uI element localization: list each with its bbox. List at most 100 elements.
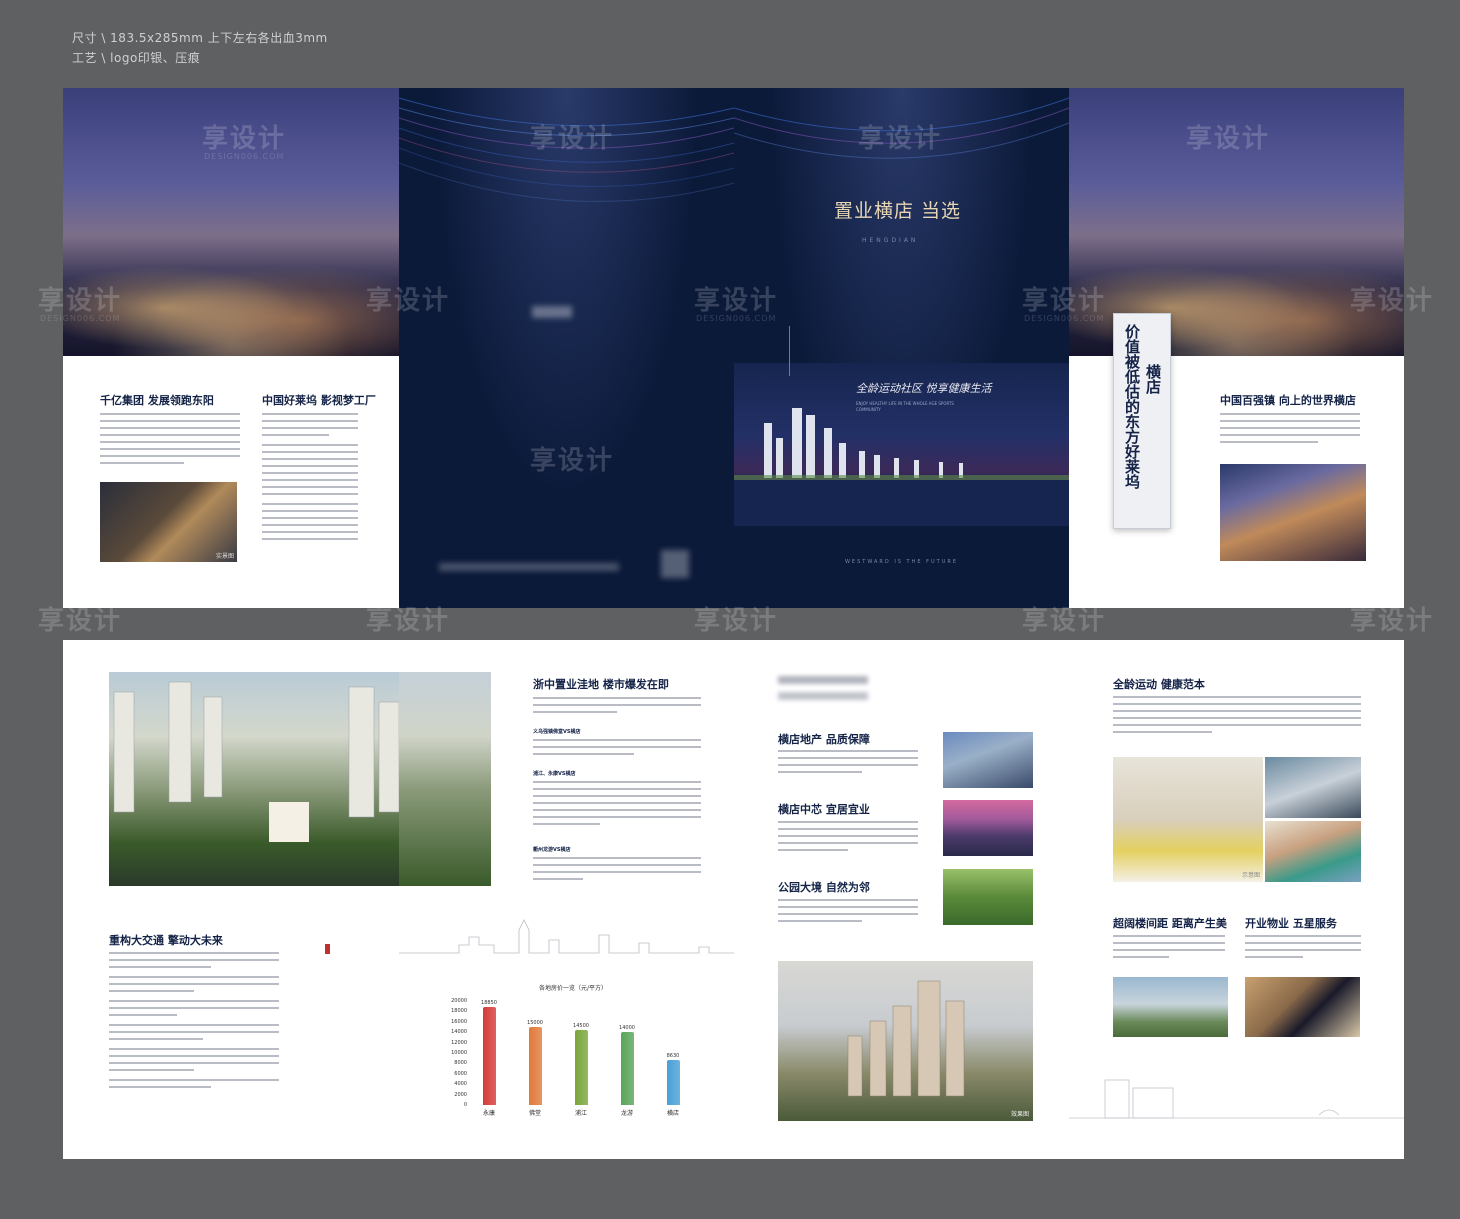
community-render xyxy=(109,672,399,886)
page-6: 浙中置业洼地 楼市爆发在即 义乌强镇佛堂VS横店 浦江、永康VS横店 衢州龙游V… xyxy=(399,640,734,1159)
page7-blurred-title xyxy=(778,676,868,684)
page-1: 千亿集团 发展领跑东阳 中国好莱坞 影视梦工厂 实景图 xyxy=(63,88,399,608)
bar-value-label: 8630 xyxy=(666,1053,680,1060)
page-8: 全龄运动 健康范本 示意图 超阔楼间距 距离产生美 开业物业 五星服务 xyxy=(1069,640,1404,1159)
bar-浦江 xyxy=(575,1029,588,1105)
vertical-rule xyxy=(789,326,793,376)
page-7: 横店地产 品质保障 横店中芯 宜居宜业 公园大境 自然为邻 效果图 xyxy=(734,640,1069,1159)
world-hengdian-photo xyxy=(1220,464,1366,561)
page8-heading-2: 超阔楼间距 距离产生美 xyxy=(1113,917,1227,930)
gym-interior-photo: 示意图 xyxy=(1113,757,1263,882)
mall-photo: 实景图 xyxy=(100,482,237,562)
page8-heading-3: 开业物业 五星服务 xyxy=(1245,917,1337,930)
watermark: 享设计 xyxy=(1186,124,1271,154)
y-tick-label: 20000 xyxy=(451,998,467,1004)
brand-en: HENGDIAN xyxy=(862,237,919,244)
watermark: 享设计 xyxy=(202,124,287,154)
bar-value-label: 15000 xyxy=(527,1020,543,1026)
cover-bottom-en: WESTWARD IS THE FUTURE xyxy=(844,559,959,565)
y-tick-label: 12000 xyxy=(451,1039,467,1046)
watermark: 享设计 xyxy=(38,606,123,636)
page5-body-text xyxy=(109,952,279,1093)
y-tick-label: 18000 xyxy=(451,1008,467,1015)
x-tick-label: 佛堂 xyxy=(528,1110,541,1117)
watermark: 享设计 xyxy=(530,124,615,154)
page4-body-text xyxy=(1220,413,1360,448)
bar-value-label: 18850 xyxy=(481,999,497,1006)
light-streaks xyxy=(399,97,734,202)
bar-value-label: 14000 xyxy=(619,1025,635,1032)
watermark: 享设计 xyxy=(1022,286,1107,316)
watermark-en: DESIGN006.COM xyxy=(40,314,121,323)
price-bar-chart: 20000 18000 16000 14000 12000 10000 8000 6000 40… xyxy=(439,995,729,1125)
page1-body-text-2 xyxy=(262,413,358,545)
watermark: 享设计 xyxy=(1350,606,1435,636)
community-render-continued xyxy=(399,672,491,886)
watermark: 享设计 xyxy=(1022,606,1107,636)
page1-heading-1: 千亿集团 发展领跑东阳 xyxy=(100,394,214,407)
y-tick-label: 2000 xyxy=(454,1091,467,1098)
bottom-line-art xyxy=(1069,1079,1404,1119)
sunset-river-photo xyxy=(943,800,1033,856)
red-seal xyxy=(325,944,330,954)
page-3-front-cover: 置业横店 当选 HENGDIAN 全龄运动社区 悦享健康生活 ENJOY HEA… xyxy=(734,88,1069,608)
concierge-photo xyxy=(1245,977,1360,1037)
watermark-en: DESIGN006.COM xyxy=(204,152,285,161)
x-tick-label: 永康 xyxy=(482,1110,495,1117)
watermark: 享设计 xyxy=(38,286,123,316)
bar-佛堂 xyxy=(529,1027,542,1105)
y-tick-label: 0 xyxy=(463,1102,467,1108)
y-tick-label: 6000 xyxy=(454,1070,467,1077)
towers-render-day: 效果图 xyxy=(778,961,1033,1121)
watermark-en: DESIGN006.COM xyxy=(696,314,777,323)
watermark: 享设计 xyxy=(366,606,451,636)
skyline-line-art xyxy=(399,919,734,954)
vertical-title-card: 价值被低估的东方好莱坞 横店 xyxy=(1113,313,1171,529)
qr-code xyxy=(661,550,689,578)
watermark: 享设计 xyxy=(1350,286,1435,316)
x-tick-label: 横店 xyxy=(666,1110,679,1117)
watermark-en: DESIGN006.COM xyxy=(1024,314,1105,323)
size-spec: 尺寸 \ 183.5x285mm 上下左右各出血3mm xyxy=(72,31,328,45)
watermark: 享设计 xyxy=(366,286,451,316)
page8-heading-1: 全龄运动 健康范本 xyxy=(1113,678,1205,691)
cover-light-streaks xyxy=(734,97,1069,414)
hotline-text xyxy=(439,563,619,571)
cover-render-band: 全龄运动社区 悦享健康生活 ENJOY HEALTHY LIFE IN THE … xyxy=(734,363,1069,526)
towers-render xyxy=(734,408,1069,526)
page6-heading: 浙中置业洼地 楼市爆发在即 xyxy=(533,678,669,691)
page7-heading-2: 横店中芯 宜居宜业 xyxy=(778,803,870,816)
page6-sub-3: 衢州龙游VS横店 xyxy=(533,847,571,853)
bar-龙游 xyxy=(621,1032,634,1105)
page1-heading-2: 中国好莱坞 影视梦工厂 xyxy=(262,394,376,407)
building-spacing-photo xyxy=(1113,977,1228,1037)
kids-play-photo xyxy=(1265,821,1361,882)
treadmill-photo xyxy=(1265,757,1361,818)
page-4: 价值被低估的东方好莱坞 横店 中国百强镇 向上的世界横店 xyxy=(1069,88,1404,608)
watermark: 享设计 xyxy=(694,286,779,316)
page6-sub-1: 义乌强镇佛堂VS横店 xyxy=(533,729,581,735)
bar-永康 xyxy=(483,1006,496,1105)
cover-headline: 置业横店 当选 xyxy=(834,200,962,222)
y-tick-label: 14000 xyxy=(451,1029,467,1036)
y-tick-label: 10000 xyxy=(451,1050,467,1056)
vertical-title-side: 横店 xyxy=(1144,364,1162,394)
y-tick-label: 16000 xyxy=(451,1018,467,1025)
page5-heading: 重构大交通 擎动大未来 xyxy=(109,934,223,947)
page6-intro xyxy=(533,697,701,718)
craft-spec: 工艺 \ logo印银、压痕 xyxy=(72,51,201,65)
bar-横店 xyxy=(667,1060,680,1105)
chart-title: 各地房价一览（元/平方） xyxy=(539,985,608,992)
city-day-photo xyxy=(943,732,1033,788)
y-tick-label: 8000 xyxy=(454,1060,467,1067)
watermark: 享设计 xyxy=(858,124,943,154)
page7-heading-3: 公园大境 自然为邻 xyxy=(778,881,870,894)
x-tick-label: 龙游 xyxy=(620,1110,633,1117)
page1-body-text xyxy=(100,413,240,469)
page-2-back-cover xyxy=(399,88,734,608)
page7-heading-1: 横店地产 品质保障 xyxy=(778,733,870,746)
x-tick-label: 浦江 xyxy=(574,1110,587,1117)
watermark: 享设计 xyxy=(530,446,615,476)
watermark: 享设计 xyxy=(694,606,779,636)
page-5: 重构大交通 擎动大未来 xyxy=(63,640,399,1159)
